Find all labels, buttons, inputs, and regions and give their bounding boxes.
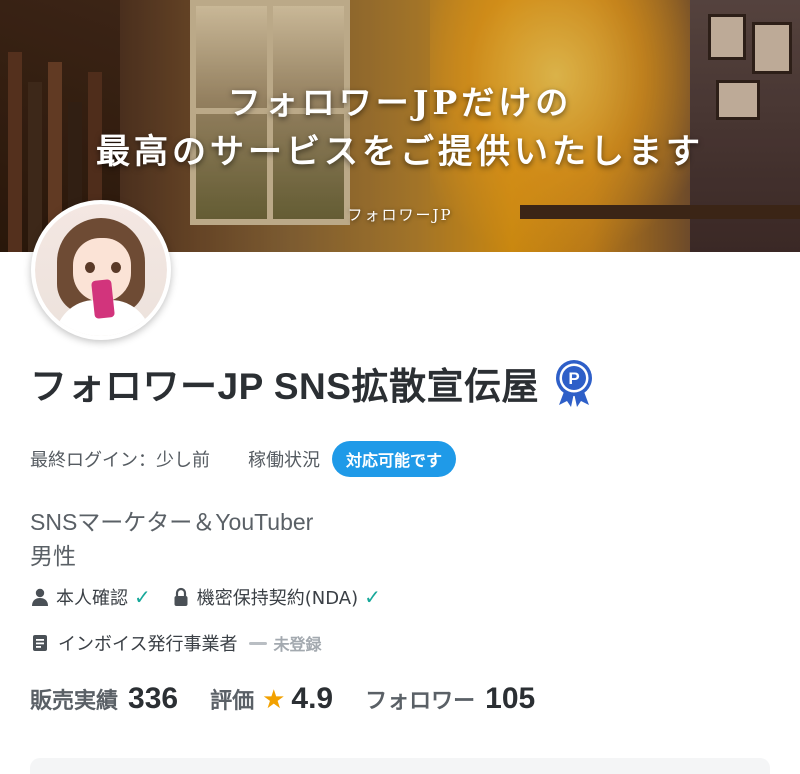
stats-row: 販売実績 336 評価 ★ 4.9 フォロワー 105	[30, 682, 567, 716]
lock-icon	[174, 587, 188, 606]
next-section-card	[30, 758, 770, 774]
last-login-label: 最終ログイン：	[30, 450, 156, 471]
last-login-value: 少し前	[156, 450, 210, 471]
identity-label: 本人確認	[56, 588, 128, 609]
rating-value[interactable]: 4.9	[291, 682, 333, 716]
cover-title-line2: 最高のサービスをご提供いたします	[96, 132, 704, 172]
identity-verified[interactable]: 本人確認 ✓	[30, 584, 151, 610]
dash-icon	[249, 641, 268, 645]
document-icon	[33, 635, 47, 651]
avatar-phone	[91, 279, 115, 319]
login-status-row: 最終ログイン： 少し前 稼働状況 対応可能です	[30, 441, 457, 477]
star-icon: ★	[262, 685, 286, 715]
followers-value[interactable]: 105	[485, 682, 535, 716]
verification-row: 本人確認 ✓ 機密保持契約(NDA) ✓	[30, 584, 401, 610]
bio-gender: 男性	[30, 543, 76, 569]
person-icon	[32, 588, 48, 606]
invoice-row[interactable]: インボイス発行事業者 未登録	[30, 630, 321, 656]
check-icon: ✓	[134, 585, 151, 609]
rating-label[interactable]: 評価	[210, 683, 254, 715]
profile-name-row: フォロワーJP SNS拡散宣伝屋 P	[30, 356, 595, 410]
status-badge: 対応可能です	[332, 441, 457, 477]
platinum-p-medal-icon[interactable]: P	[553, 359, 595, 407]
avatar[interactable]	[31, 200, 171, 340]
check-icon: ✓	[364, 585, 381, 609]
nda-label: 機密保持契約(NDA)	[196, 588, 359, 609]
invoice-label: インボイス発行事業者	[58, 634, 238, 655]
cover-title-line1: フォロワーJPだけの	[227, 83, 573, 122]
profile-name: フォロワーJP SNS拡散宣伝屋	[30, 366, 539, 407]
invoice-status: 未登録	[273, 635, 322, 654]
sales-value: 336	[128, 682, 179, 715]
nda-verified[interactable]: 機密保持契約(NDA) ✓	[171, 584, 381, 610]
status-label: 稼働状況	[248, 450, 320, 471]
svg-text:P: P	[568, 369, 579, 388]
bio-occupation: SNSマーケター＆YouTuber	[30, 509, 314, 535]
sales-label: 販売実績	[30, 689, 119, 714]
followers-label[interactable]: フォロワー	[365, 683, 475, 715]
